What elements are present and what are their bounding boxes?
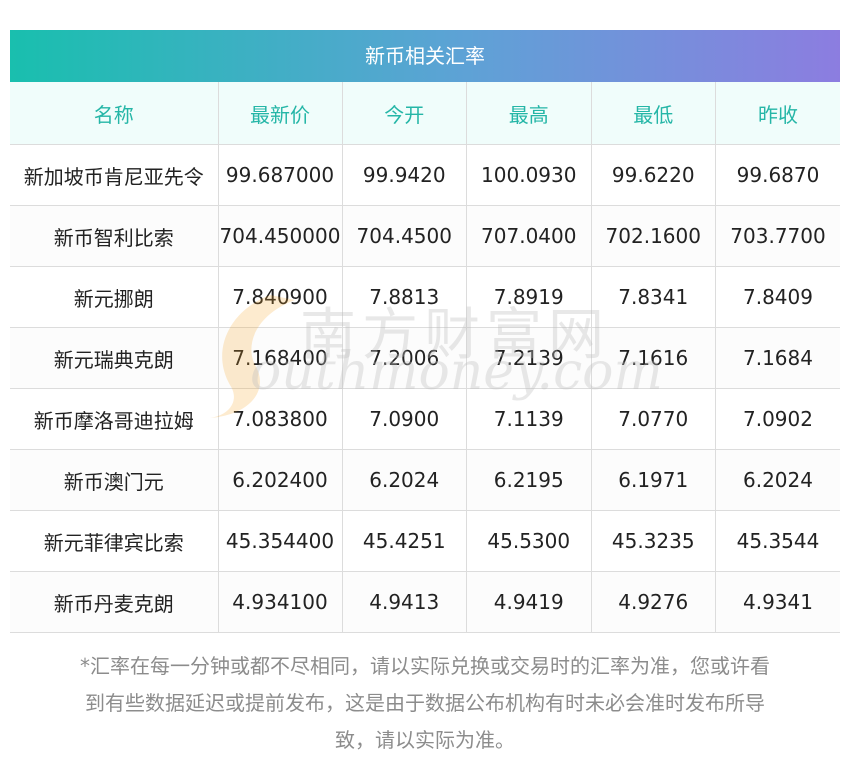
prev-close-cell: 7.8409 bbox=[715, 266, 840, 328]
low-price-cell: 99.6220 bbox=[590, 144, 716, 206]
currency-name-cell: 新币摩洛哥迪拉姆 bbox=[10, 388, 218, 450]
latest-price-cell: 704.450000 bbox=[217, 205, 342, 267]
prev-close-cell: 7.0902 bbox=[715, 388, 840, 450]
high-price-cell: 100.0930 bbox=[466, 144, 591, 206]
table-row: 新加坡币肯尼亚先令 99.687000 99.9420 100.0930 99.6220… bbox=[10, 144, 840, 206]
latest-price-cell: 7.168400 bbox=[217, 327, 342, 389]
open-price-cell: 6.2024 bbox=[341, 449, 467, 511]
low-price-cell: 7.8341 bbox=[590, 266, 716, 328]
high-price-cell: 4.9419 bbox=[466, 571, 591, 633]
col-header-name: 名称 bbox=[10, 82, 218, 145]
open-price-cell: 7.2006 bbox=[341, 327, 467, 389]
col-header-prev-close: 昨收 bbox=[715, 82, 840, 145]
prev-close-cell: 6.2024 bbox=[715, 449, 840, 511]
latest-price-cell: 7.083800 bbox=[217, 388, 342, 450]
prev-close-cell: 703.7700 bbox=[715, 205, 840, 267]
latest-price-cell: 7.840900 bbox=[217, 266, 342, 328]
open-price-cell: 99.9420 bbox=[341, 144, 467, 206]
currency-name-cell: 新元菲律宾比索 bbox=[10, 510, 218, 572]
high-price-cell: 7.2139 bbox=[466, 327, 591, 389]
low-price-cell: 702.1600 bbox=[590, 205, 716, 267]
latest-price-cell: 99.687000 bbox=[217, 144, 342, 206]
rate-card: 新币相关汇率 名称 最新价 今开 最高 最低 昨收 新加坡币肯尼亚先令 99.68… bbox=[10, 30, 840, 633]
latest-price-cell: 45.354400 bbox=[217, 510, 342, 572]
high-price-cell: 45.5300 bbox=[466, 510, 591, 572]
high-price-cell: 707.0400 bbox=[466, 205, 591, 267]
col-header-latest: 最新价 bbox=[217, 82, 342, 145]
open-price-cell: 7.8813 bbox=[341, 266, 467, 328]
prev-close-cell: 7.1684 bbox=[715, 327, 840, 389]
low-price-cell: 7.0770 bbox=[590, 388, 716, 450]
currency-name-cell: 新元挪朗 bbox=[10, 266, 218, 328]
col-header-open: 今开 bbox=[341, 82, 467, 145]
note-line: 到有些数据延迟或提前发布，这是由于数据公布机构有时未必会准时发布所导 bbox=[85, 691, 765, 715]
open-price-cell: 45.4251 bbox=[341, 510, 467, 572]
prev-close-cell: 45.3544 bbox=[715, 510, 840, 572]
table-row: 新币澳门元 6.202400 6.2024 6.2195 6.1971 6.2024 bbox=[10, 449, 840, 511]
low-price-cell: 7.1616 bbox=[590, 327, 716, 389]
table-row: 新币丹麦克朗 4.934100 4.9413 4.9419 4.9276 4.9341 bbox=[10, 571, 840, 633]
prev-close-cell: 99.6870 bbox=[715, 144, 840, 206]
open-price-cell: 7.0900 bbox=[341, 388, 467, 450]
open-price-cell: 4.9413 bbox=[341, 571, 467, 633]
col-header-high: 最高 bbox=[466, 82, 591, 145]
currency-name-cell: 新加坡币肯尼亚先令 bbox=[10, 144, 218, 206]
currency-name-cell: 新币丹麦克朗 bbox=[10, 571, 218, 633]
table-row: 新币摩洛哥迪拉姆 7.083800 7.0900 7.1139 7.0770 7.0902 bbox=[10, 388, 840, 450]
table-row: 新元菲律宾比索 45.354400 45.4251 45.5300 45.3235 45.… bbox=[10, 510, 840, 572]
high-price-cell: 7.8919 bbox=[466, 266, 591, 328]
table-row: 新元挪朗 7.840900 7.8813 7.8919 7.8341 7.8409 bbox=[10, 266, 840, 328]
currency-name-cell: 新元瑞典克朗 bbox=[10, 327, 218, 389]
latest-price-cell: 4.934100 bbox=[217, 571, 342, 633]
disclaimer-note: *汇率在每一分钟或都不尽相同，请以实际兑换或交易时的汇率为准，您或许看 到有些数… bbox=[10, 648, 840, 759]
header-row: 名称 最新价 今开 最高 最低 昨收 bbox=[10, 82, 840, 145]
rates-table: 名称 最新价 今开 最高 最低 昨收 新加坡币肯尼亚先令 99.687000 99.… bbox=[10, 82, 840, 633]
currency-name-cell: 新币澳门元 bbox=[10, 449, 218, 511]
low-price-cell: 45.3235 bbox=[590, 510, 716, 572]
table-row: 新元瑞典克朗 7.168400 7.2006 7.2139 7.1616 7.1684 bbox=[10, 327, 840, 389]
low-price-cell: 4.9276 bbox=[590, 571, 716, 633]
note-line: 致，请以实际为准。 bbox=[335, 728, 515, 752]
low-price-cell: 6.1971 bbox=[590, 449, 716, 511]
high-price-cell: 6.2195 bbox=[466, 449, 591, 511]
table-row: 新币智利比索 704.450000 704.4500 707.0400 702.1600… bbox=[10, 205, 840, 267]
note-line: *汇率在每一分钟或都不尽相同，请以实际兑换或交易时的汇率为准，您或许看 bbox=[80, 654, 770, 678]
high-price-cell: 7.1139 bbox=[466, 388, 591, 450]
prev-close-cell: 4.9341 bbox=[715, 571, 840, 633]
latest-price-cell: 6.202400 bbox=[217, 449, 342, 511]
currency-name-cell: 新币智利比索 bbox=[10, 205, 218, 267]
table-title: 新币相关汇率 bbox=[10, 30, 840, 82]
open-price-cell: 704.4500 bbox=[341, 205, 467, 267]
col-header-low: 最低 bbox=[590, 82, 716, 145]
